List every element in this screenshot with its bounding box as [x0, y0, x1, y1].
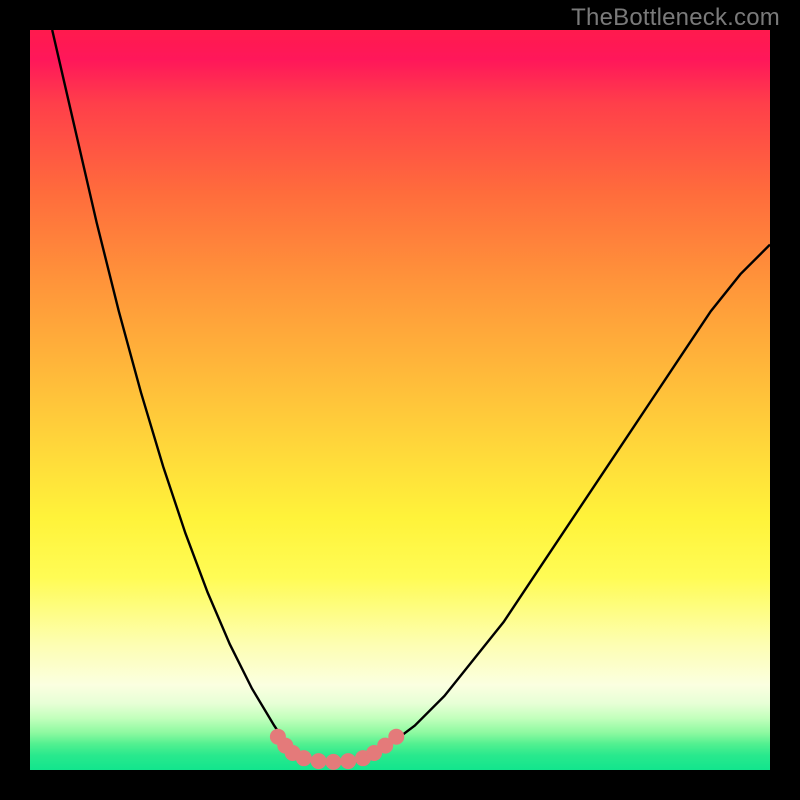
curve-layer — [30, 30, 770, 770]
plot-area — [30, 30, 770, 770]
bottom-marker-dot — [311, 753, 327, 769]
bottom-marker-dot — [325, 754, 341, 770]
bottom-markers-group — [270, 729, 404, 770]
chart-frame: TheBottleneck.com — [0, 0, 800, 800]
bottleneck-curve — [52, 30, 770, 763]
bottom-marker-dot — [340, 753, 356, 769]
bottom-marker-dot — [388, 729, 404, 745]
bottom-marker-dot — [296, 750, 312, 766]
watermark-text: TheBottleneck.com — [571, 4, 780, 32]
